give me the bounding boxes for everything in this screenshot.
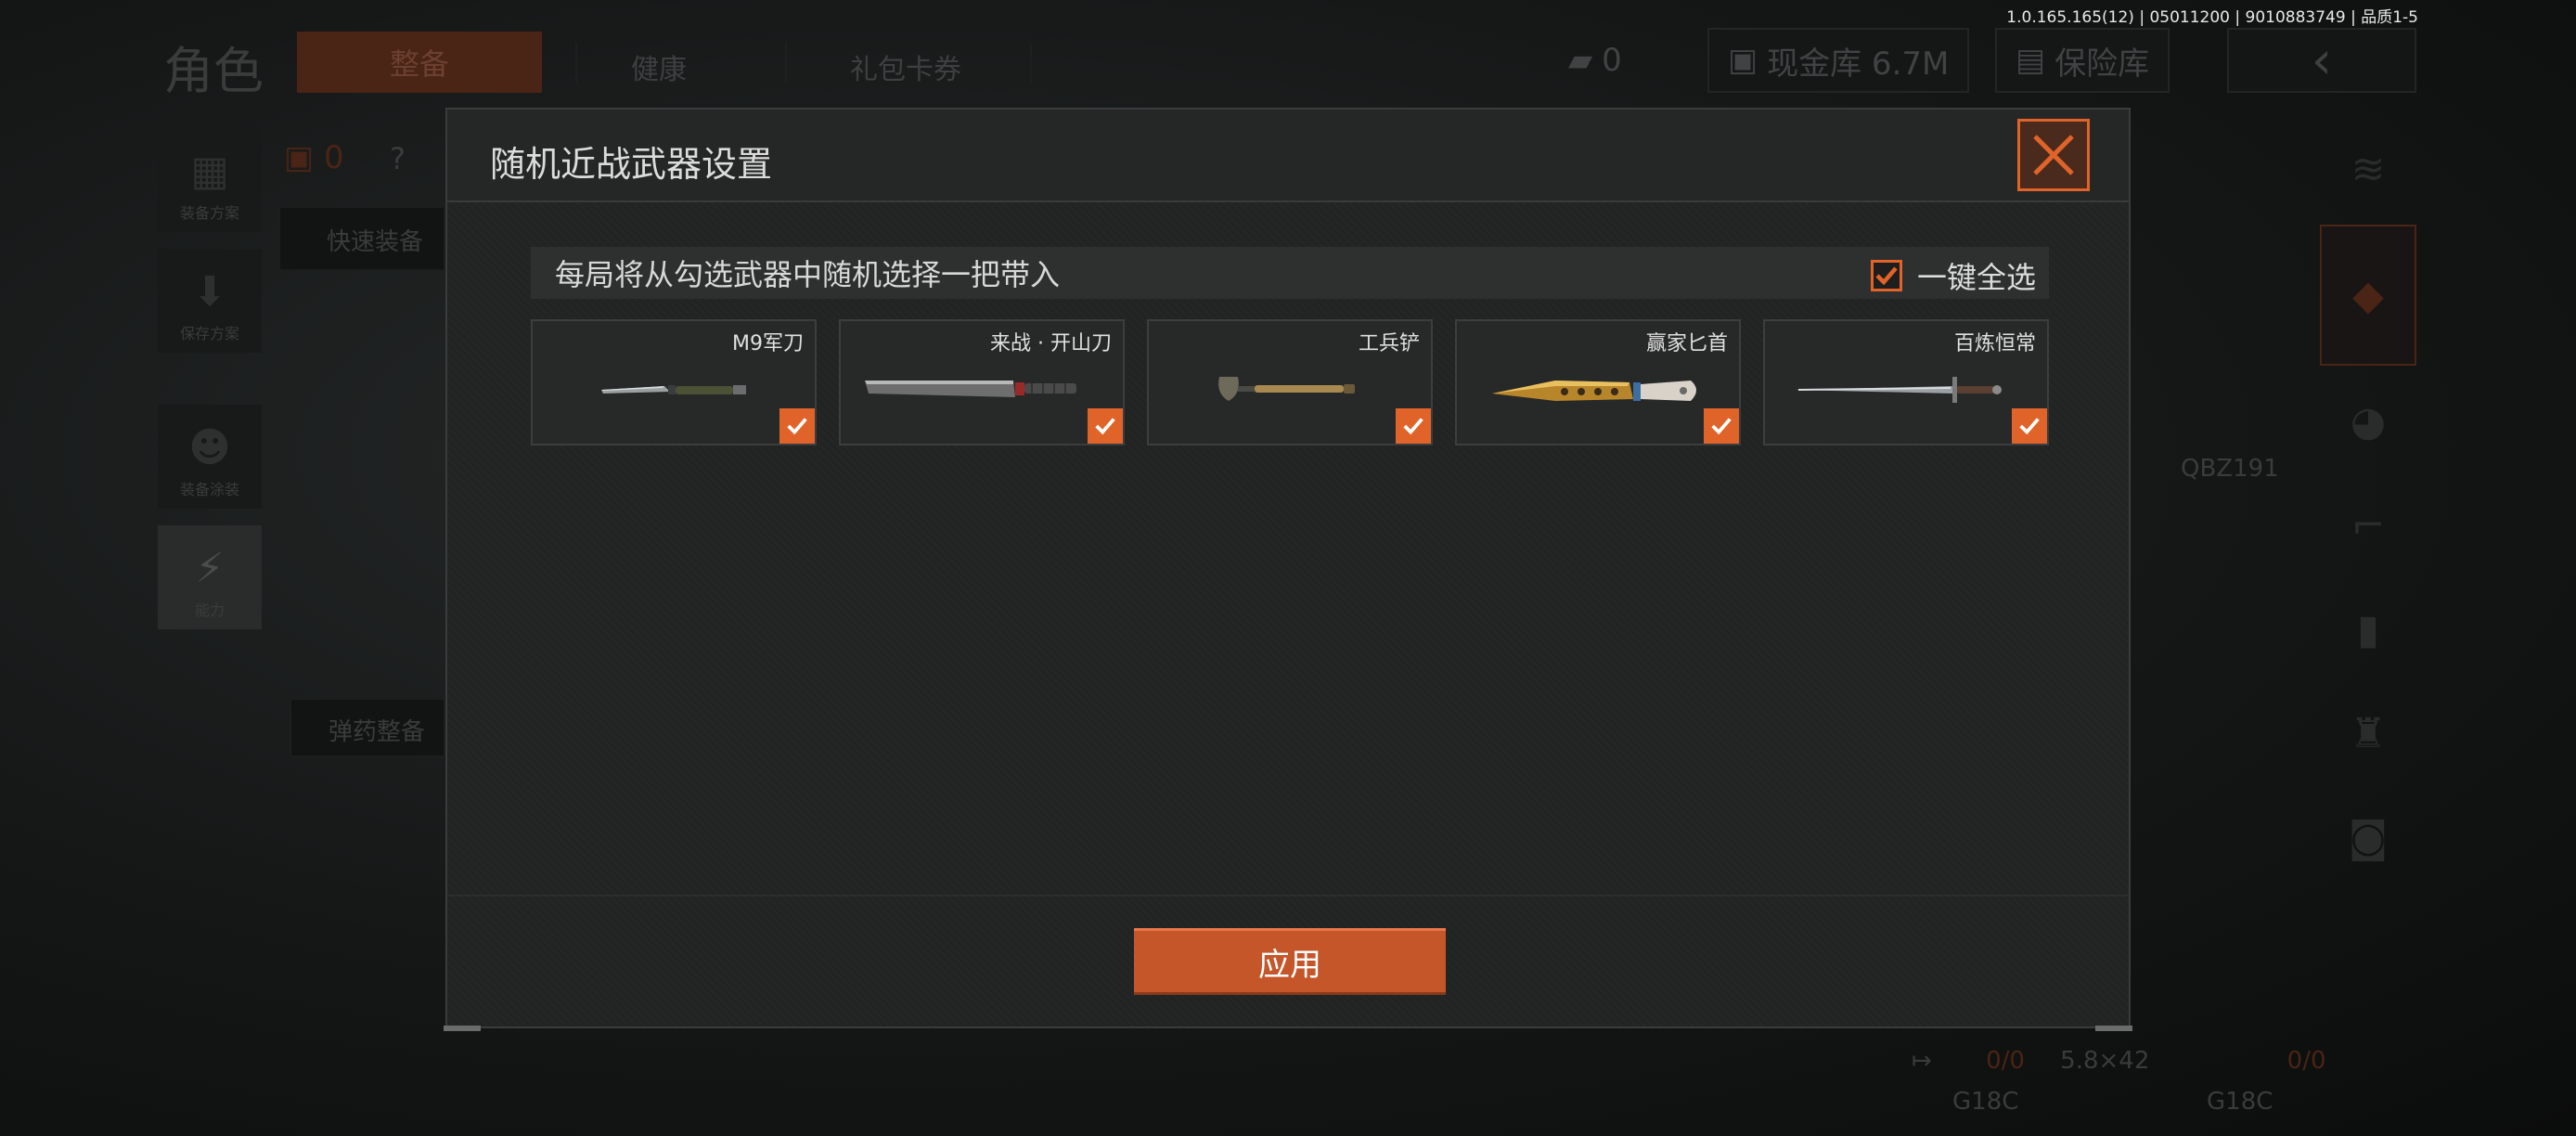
equipment-skin-button[interactable]: ☻ 装备涂装 [158, 405, 262, 509]
cash-vault-label: 现金库 6.7M [1767, 45, 1950, 83]
weapon-checkbox[interactable] [1396, 408, 1431, 444]
tab-gift-vouchers[interactable]: 礼包卡券 [850, 46, 961, 87]
ammo-equip-button[interactable]: 弹药整备 [290, 698, 445, 757]
weapon-checkbox[interactable] [1704, 408, 1739, 444]
helmet-slot-icon[interactable]: ◕ [2320, 373, 2416, 470]
chevron-left-icon: ‹ [2311, 30, 2333, 91]
shovel-icon [1218, 377, 1355, 401]
backpack-counter: ▣ 0 [284, 139, 344, 176]
tab-equip[interactable]: 整备 [297, 32, 542, 93]
coin-value: 0 [1602, 42, 1622, 79]
weapon-model-label: QBZ191 [2181, 455, 2279, 483]
ammo-type: 5.8×42 [2060, 1047, 2150, 1075]
magazine-slot-icon[interactable]: ▮ [2320, 581, 2416, 678]
save-plan-label: 保存方案 [179, 325, 239, 342]
save-plan-button[interactable]: ⬇ 保存方案 [158, 249, 262, 353]
lightning-icon: ⚡ [195, 545, 225, 592]
ammo-equip-label: 弹药整备 [328, 718, 426, 746]
check-icon [1711, 418, 1732, 435]
quick-equip-button[interactable]: 快速装备 [278, 206, 445, 271]
ability-label: 能力 [194, 601, 225, 619]
rifle-slot-icon[interactable]: ⌐ [2320, 477, 2416, 574]
close-button[interactable] [2017, 119, 2090, 191]
page-title: 角色 [163, 42, 264, 100]
top-bar: 角色 整备 健康 礼包卡券 ▰ 0 ▣ 现金库 6.7M ▤ 保险库 ‹ [0, 20, 2576, 104]
info-text: 每局将从勾选武器中随机选择一把带入 [555, 257, 1061, 292]
back-button[interactable]: ‹ [2227, 28, 2416, 93]
machete-icon [865, 381, 1076, 397]
select-all-toggle[interactable]: 一键全选 [1870, 254, 2036, 297]
cash-icon: ▣ [1728, 42, 1758, 79]
check-icon [1875, 266, 1898, 286]
sword-icon [1795, 377, 2002, 403]
weapon-card-machete[interactable]: 来战 · 开山刀 [839, 319, 1125, 445]
insurance-vault-button[interactable]: ▤ 保险库 [1995, 28, 2170, 93]
check-icon [2019, 418, 2040, 435]
backpack-count: 0 [323, 139, 344, 176]
check-icon [1095, 418, 1115, 435]
cash-vault-button[interactable]: ▣ 现金库 6.7M [1707, 28, 1970, 93]
download-icon: ⬇ [192, 268, 227, 316]
tab-divider [785, 43, 787, 84]
melee-slot-icon[interactable]: ◆ [2320, 225, 2416, 366]
weapon-card-m9[interactable]: M9军刀 [531, 319, 817, 445]
coin-display: ▰ 0 [1568, 28, 1622, 93]
weapon-card-shovel[interactable]: 工兵铲 [1147, 319, 1433, 445]
grenade-slot-icon[interactable]: ♜ [2320, 685, 2416, 781]
equipment-skin-label: 装备涂装 [179, 481, 239, 498]
dialog-header: 随机近战武器设置 [447, 110, 2129, 202]
mag-label-left: G18C [1952, 1088, 2019, 1116]
exit-icon: ↦ [1912, 1047, 1932, 1075]
vest-icon: ▦ [190, 148, 229, 195]
ammo-count-right: 0/0 [2286, 1047, 2326, 1075]
check-icon [1403, 418, 1423, 435]
tab-divider [575, 43, 577, 84]
soldier-icon: ☻ [188, 424, 231, 471]
weapon-checkbox[interactable] [2012, 408, 2047, 444]
random-melee-settings-dialog: 随机近战武器设置 每局将从勾选武器中随机选择一把带入 一键全选 M9军刀 来战 … [444, 108, 2132, 1031]
close-icon [2033, 135, 2074, 175]
m9-knife-icon [601, 385, 746, 394]
apply-button[interactable]: 应用 [1134, 928, 1446, 995]
dialog-title: 随机近战武器设置 [490, 144, 773, 185]
weapon-card-winner-dagger[interactable]: 赢家匕首 [1455, 319, 1741, 445]
weapon-list: M9军刀 来战 · 开山刀 工兵铲 赢家匕首 百炼恒常 [531, 319, 2053, 449]
backpack-icon: ▣ [284, 139, 315, 176]
loadout-plan-label: 装备方案 [179, 204, 239, 222]
dagger-icon [1492, 381, 1696, 401]
coin-icon: ▰ [1568, 42, 1593, 79]
select-all-checkbox[interactable] [1870, 260, 1902, 291]
stack-refresh-icon[interactable]: ≋ [2320, 121, 2416, 217]
info-bar: 每局将从勾选武器中随机选择一把带入 一键全选 [531, 247, 2049, 299]
ability-button[interactable]: ⚡ 能力 [158, 525, 262, 629]
footer-divider [447, 895, 2129, 897]
insurance-vault-label: 保险库 [2054, 45, 2150, 83]
tab-divider [1030, 43, 1032, 84]
help-icon[interactable]: ? [390, 141, 406, 176]
right-nav: ≋ ◆ ◕ ⌐ ▮ ♜ ◙ [2320, 121, 2416, 893]
camera-slot-icon[interactable]: ◙ [2320, 789, 2416, 885]
loadout-plan-button[interactable]: ▦ 装备方案 [158, 128, 262, 232]
left-nav: ▦ 装备方案 ⬇ 保存方案 ☻ 装备涂装 ⚡ 能力 [158, 128, 265, 646]
vault-icon: ▤ [2016, 42, 2046, 79]
select-all-label: 一键全选 [1916, 260, 2036, 295]
quick-equip-label: 快速装备 [327, 228, 424, 256]
tab-health[interactable]: 健康 [631, 46, 687, 87]
weapon-checkbox[interactable] [779, 408, 815, 444]
ammo-row: ↦ 0/0 5.8×42 0/0 [1912, 1047, 2326, 1075]
weapon-checkbox[interactable] [1088, 408, 1123, 444]
mag-label-right: G18C [2207, 1088, 2273, 1116]
ammo-count-left: 0/0 [1986, 1047, 2025, 1075]
check-icon [787, 418, 807, 435]
weapon-card-sword[interactable]: 百炼恒常 [1763, 319, 2049, 445]
